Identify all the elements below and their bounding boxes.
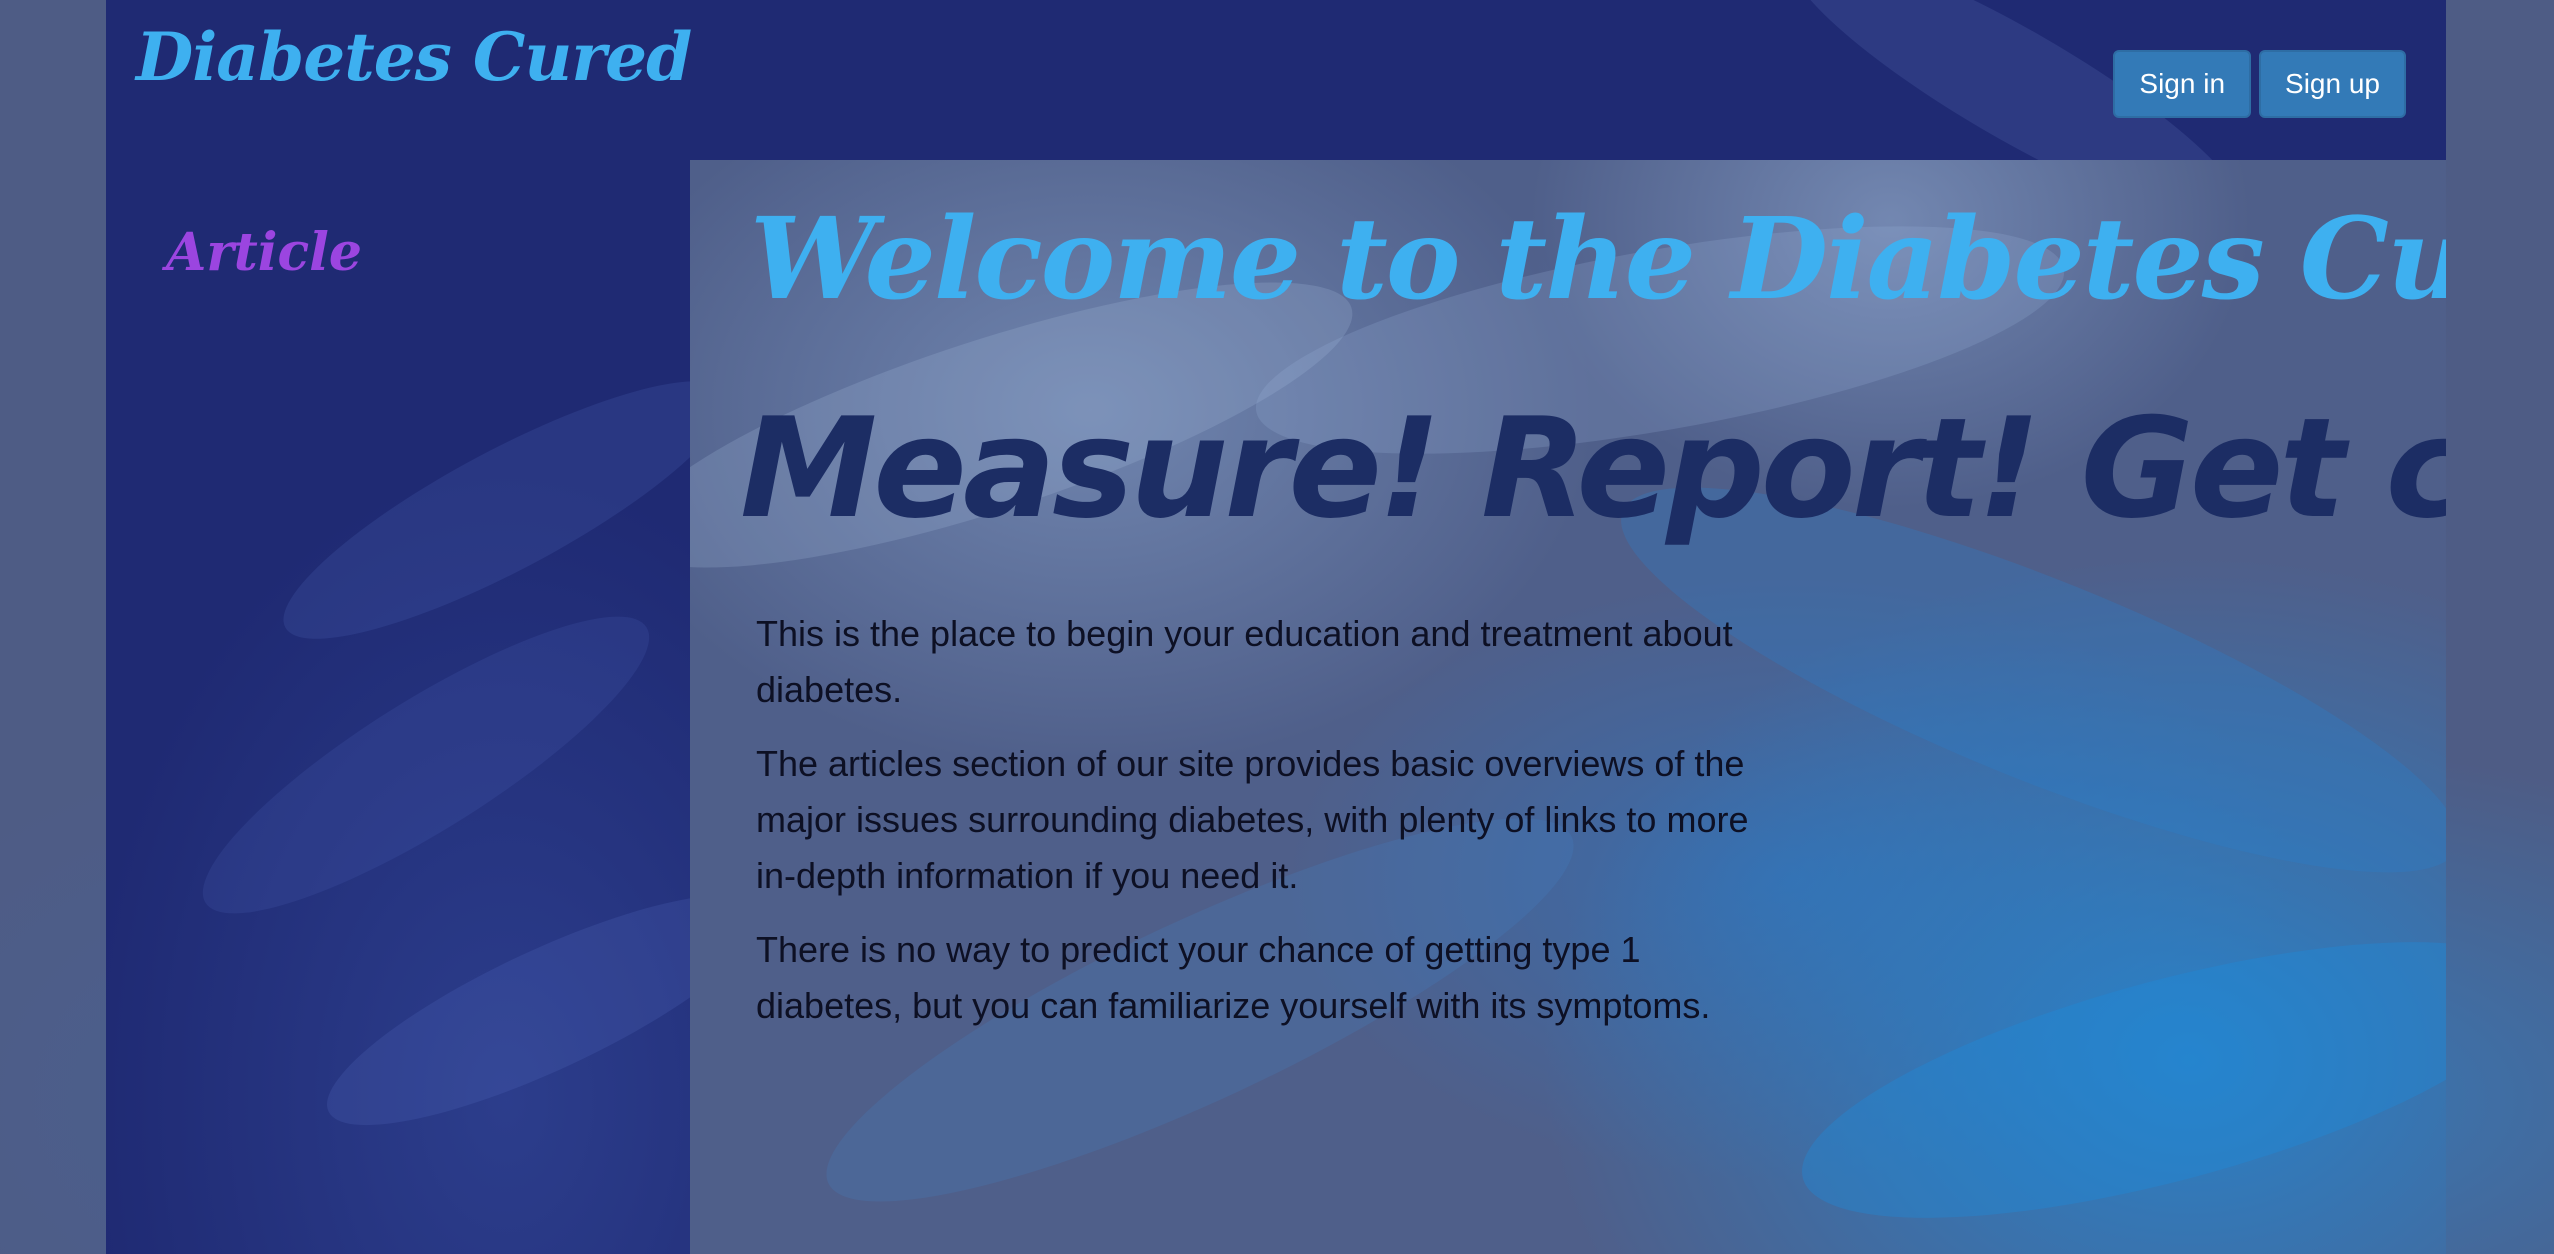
main-content: Welcome to the Diabetes Cured! Measure! … bbox=[690, 160, 2446, 1254]
sign-in-button[interactable]: Sign in bbox=[2113, 50, 2252, 118]
site-header: Diabetes Cured Sign in Sign up bbox=[106, 0, 2446, 160]
welcome-heading: Welcome to the Diabetes Cured! bbox=[750, 194, 2446, 325]
auth-buttons: Sign in Sign up bbox=[2113, 50, 2406, 118]
sidebar-item-article[interactable]: Article bbox=[166, 222, 362, 283]
site-container: Diabetes Cured Sign in Sign up Article W… bbox=[106, 0, 2446, 1254]
background-swirl bbox=[1777, 885, 2446, 1254]
tagline-heading: Measure! Report! Get cured! bbox=[740, 388, 2446, 549]
intro-paragraph: This is the place to begin your educatio… bbox=[756, 613, 1733, 710]
intro-text: This is the place to begin your educatio… bbox=[756, 606, 1756, 1052]
sidebar: Article bbox=[106, 160, 690, 1254]
type1-paragraph: There is no way to predict your chance o… bbox=[756, 929, 1711, 1026]
sign-up-button[interactable]: Sign up bbox=[2259, 50, 2406, 118]
articles-paragraph: The articles section of our site provide… bbox=[756, 743, 1749, 896]
brand-logo[interactable]: Diabetes Cured bbox=[136, 18, 692, 96]
